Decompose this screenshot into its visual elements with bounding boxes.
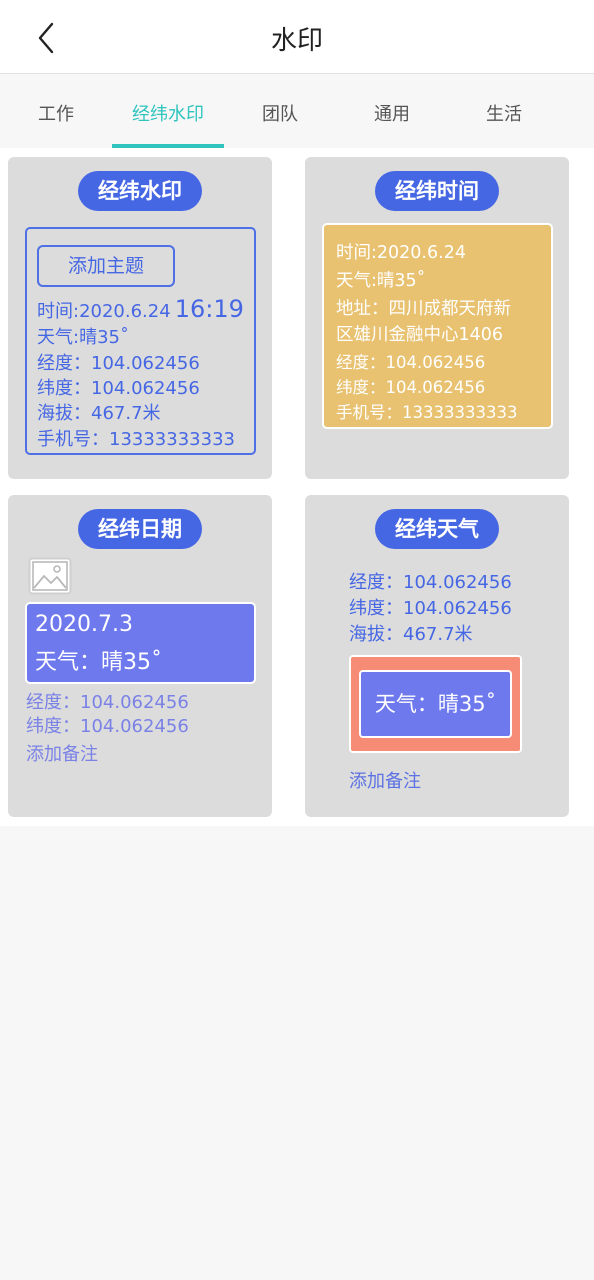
- image-placeholder-icon[interactable]: [28, 557, 72, 595]
- latitude-line: 纬度：104.062456: [26, 716, 189, 737]
- weather-line: 天气:晴35˚: [336, 271, 426, 291]
- time-line: 时间:2020.6.24: [336, 243, 466, 263]
- app-header: 水印: [0, 0, 594, 74]
- card-title-pill: 经纬日期: [78, 509, 202, 549]
- weather-badge: 天气：晴35˚: [349, 655, 522, 753]
- watermark-preview: 时间:2020.6.24 天气:晴35˚ 地址：四川成都天府新 区雄川金融中心1…: [322, 223, 553, 429]
- tab-life[interactable]: 生活: [448, 100, 560, 126]
- longitude-line: 经度：104.062456: [349, 572, 512, 593]
- add-theme-button[interactable]: 添加主题: [37, 245, 175, 287]
- template-card-jingwei-watermark[interactable]: 经纬水印 添加主题 时间:2020.6.24 16:19 天气:晴35˚ 经度：1…: [8, 157, 272, 479]
- tab-work[interactable]: 工作: [0, 100, 112, 126]
- latitude-line: 纬度：104.062456: [37, 378, 200, 399]
- longitude-line: 经度：104.062456: [336, 353, 486, 372]
- watermark-preview: 添加主题 时间:2020.6.24 16:19 天气:晴35˚ 经度：104.06…: [25, 227, 256, 455]
- tab-general[interactable]: 通用: [336, 100, 448, 126]
- tab-team[interactable]: 团队: [224, 100, 336, 126]
- altitude-line: 海拔：467.7米: [37, 403, 161, 424]
- template-card-jingwei-date[interactable]: 经纬日期 2020.7.3 天气：晴35˚ 经度：104.062456 纬度：1…: [8, 495, 272, 817]
- longitude-line: 经度：104.062456: [37, 353, 200, 374]
- template-card-jingwei-time[interactable]: 经纬时间 时间:2020.6.24 天气:晴35˚ 地址：四川成都天府新 区雄川…: [305, 157, 569, 479]
- tab-bar: 工作 经纬水印 团队 通用 生活: [0, 74, 594, 148]
- card-title-pill: 经纬天气: [375, 509, 499, 549]
- time-label: 时间:2020.6.24: [37, 301, 171, 322]
- card-title-pill: 经纬水印: [78, 171, 202, 211]
- latitude-line: 纬度：104.062456: [349, 598, 512, 619]
- template-grid: 经纬水印 添加主题 时间:2020.6.24 16:19 天气:晴35˚ 经度：1…: [0, 148, 594, 826]
- weather-text: 天气：晴35˚: [359, 670, 512, 738]
- phone-line: 手机号：13333333333: [336, 403, 518, 422]
- time-line: 时间:2020.6.24 16:19: [37, 295, 244, 323]
- latitude-line: 纬度：104.062456: [336, 378, 486, 397]
- weather-text: 天气：晴35˚: [35, 650, 162, 675]
- add-remark-link[interactable]: 添加备注: [26, 740, 98, 766]
- address-line-2: 区雄川金融中心1406: [336, 325, 504, 345]
- card-title-pill: 经纬时间: [375, 171, 499, 211]
- watermark-preview: 2020.7.3 天气：晴35˚: [25, 602, 256, 684]
- longitude-line: 经度：104.062456: [26, 692, 189, 713]
- template-card-jingwei-weather[interactable]: 经纬天气 经度：104.062456 纬度：104.062456 海拔：467.…: [305, 495, 569, 817]
- page-title: 水印: [270, 26, 323, 56]
- add-remark-link[interactable]: 添加备注: [349, 767, 421, 793]
- tab-jingwei-watermark[interactable]: 经纬水印: [112, 100, 224, 126]
- time-clock: 16:19: [174, 295, 244, 323]
- weather-line: 天气:晴35˚: [37, 327, 129, 348]
- phone-line: 手机号：13333333333: [37, 429, 235, 450]
- date-text: 2020.7.3: [35, 612, 133, 637]
- address-line-1: 地址：四川成都天府新: [336, 299, 511, 319]
- altitude-line: 海拔：467.7米: [349, 624, 473, 645]
